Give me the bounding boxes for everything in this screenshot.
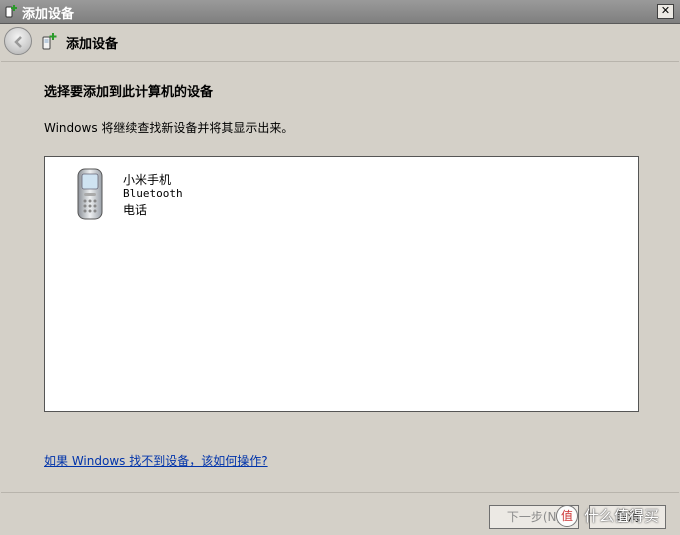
- instruction-text: Windows 将继续查找新设备并将其显示出来。: [44, 121, 294, 135]
- add-device-icon: [5, 5, 17, 18]
- close-button[interactable]: ✕: [657, 4, 674, 19]
- main-content: 选择要添加到此计算机的设备 Windows 将继续查找新设备并将其显示出来。 小…: [1, 61, 679, 493]
- title-bar[interactable]: 添加设备 ✕: [0, 0, 680, 24]
- watermark-text: 什么值得买: [584, 507, 660, 525]
- instruction-heading: 选择要添加到此计算机的设备: [44, 85, 214, 100]
- mobile-phone-icon: [77, 168, 103, 220]
- watermark-logo-icon: 值: [556, 505, 578, 527]
- device-name: 小米手机: [123, 173, 172, 187]
- footer: 下一步(N) 取消: [0, 493, 680, 535]
- add-device-icon: [42, 33, 57, 50]
- back-button[interactable]: [4, 27, 32, 55]
- navigation-bar: 添加设备: [0, 24, 680, 61]
- window-title: 添加设备: [22, 7, 75, 22]
- back-arrow-icon: [14, 36, 22, 48]
- device-connection-type: Bluetooth: [123, 187, 183, 200]
- help-link[interactable]: 如果 Windows 找不到设备，该如何操作?: [44, 452, 268, 469]
- device-category: 电话: [123, 203, 148, 217]
- list-item[interactable]: 小米手机 Bluetooth 电话: [71, 167, 231, 227]
- page-title: 添加设备: [66, 37, 119, 52]
- device-list[interactable]: 小米手机 Bluetooth 电话: [44, 156, 639, 412]
